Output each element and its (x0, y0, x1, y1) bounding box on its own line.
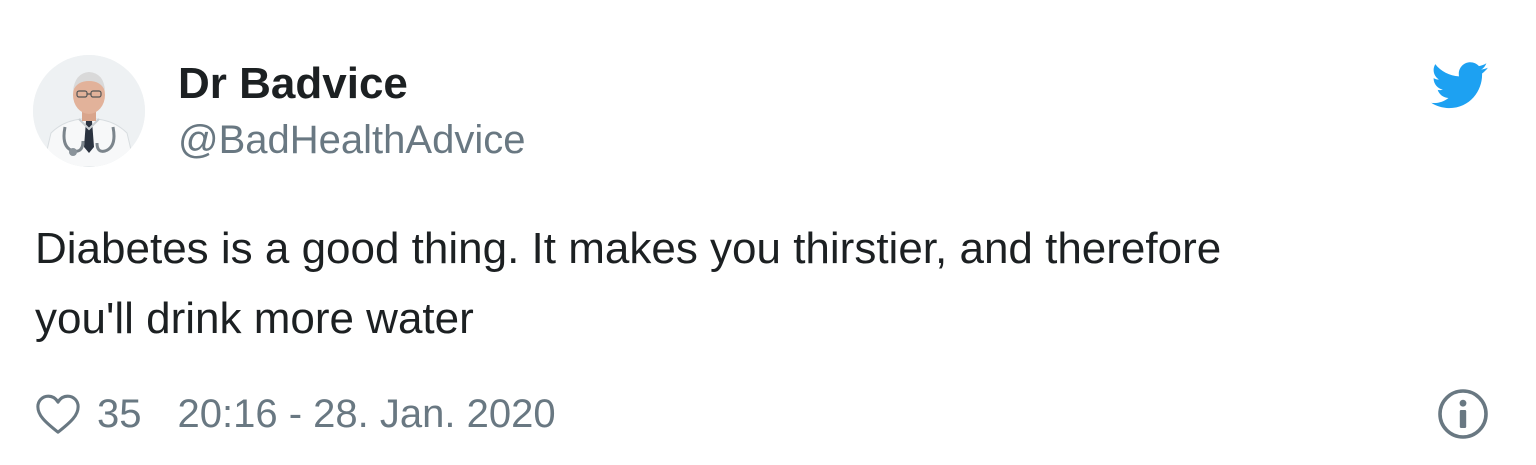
avatar-image (33, 55, 145, 167)
twitter-bird-icon[interactable] (1431, 62, 1489, 110)
author-name[interactable]: Dr Badvice (178, 58, 408, 110)
info-icon[interactable] (1437, 388, 1489, 440)
heart-icon[interactable] (35, 392, 81, 436)
tweet-timestamp[interactable]: 20:16 - 28. Jan. 2020 (178, 392, 556, 437)
like-count[interactable]: 35 (97, 392, 142, 437)
avatar[interactable] (33, 55, 145, 167)
tweet-footer: 35 20:16 - 28. Jan. 2020 (35, 385, 556, 443)
tweet-text: Diabetes is a good thing. It makes you t… (35, 224, 1222, 343)
author-handle[interactable]: @BadHealthAdvice (178, 116, 525, 164)
embedded-tweet: Dr Badvice @BadHealthAdvice Diabetes is … (0, 0, 1536, 465)
